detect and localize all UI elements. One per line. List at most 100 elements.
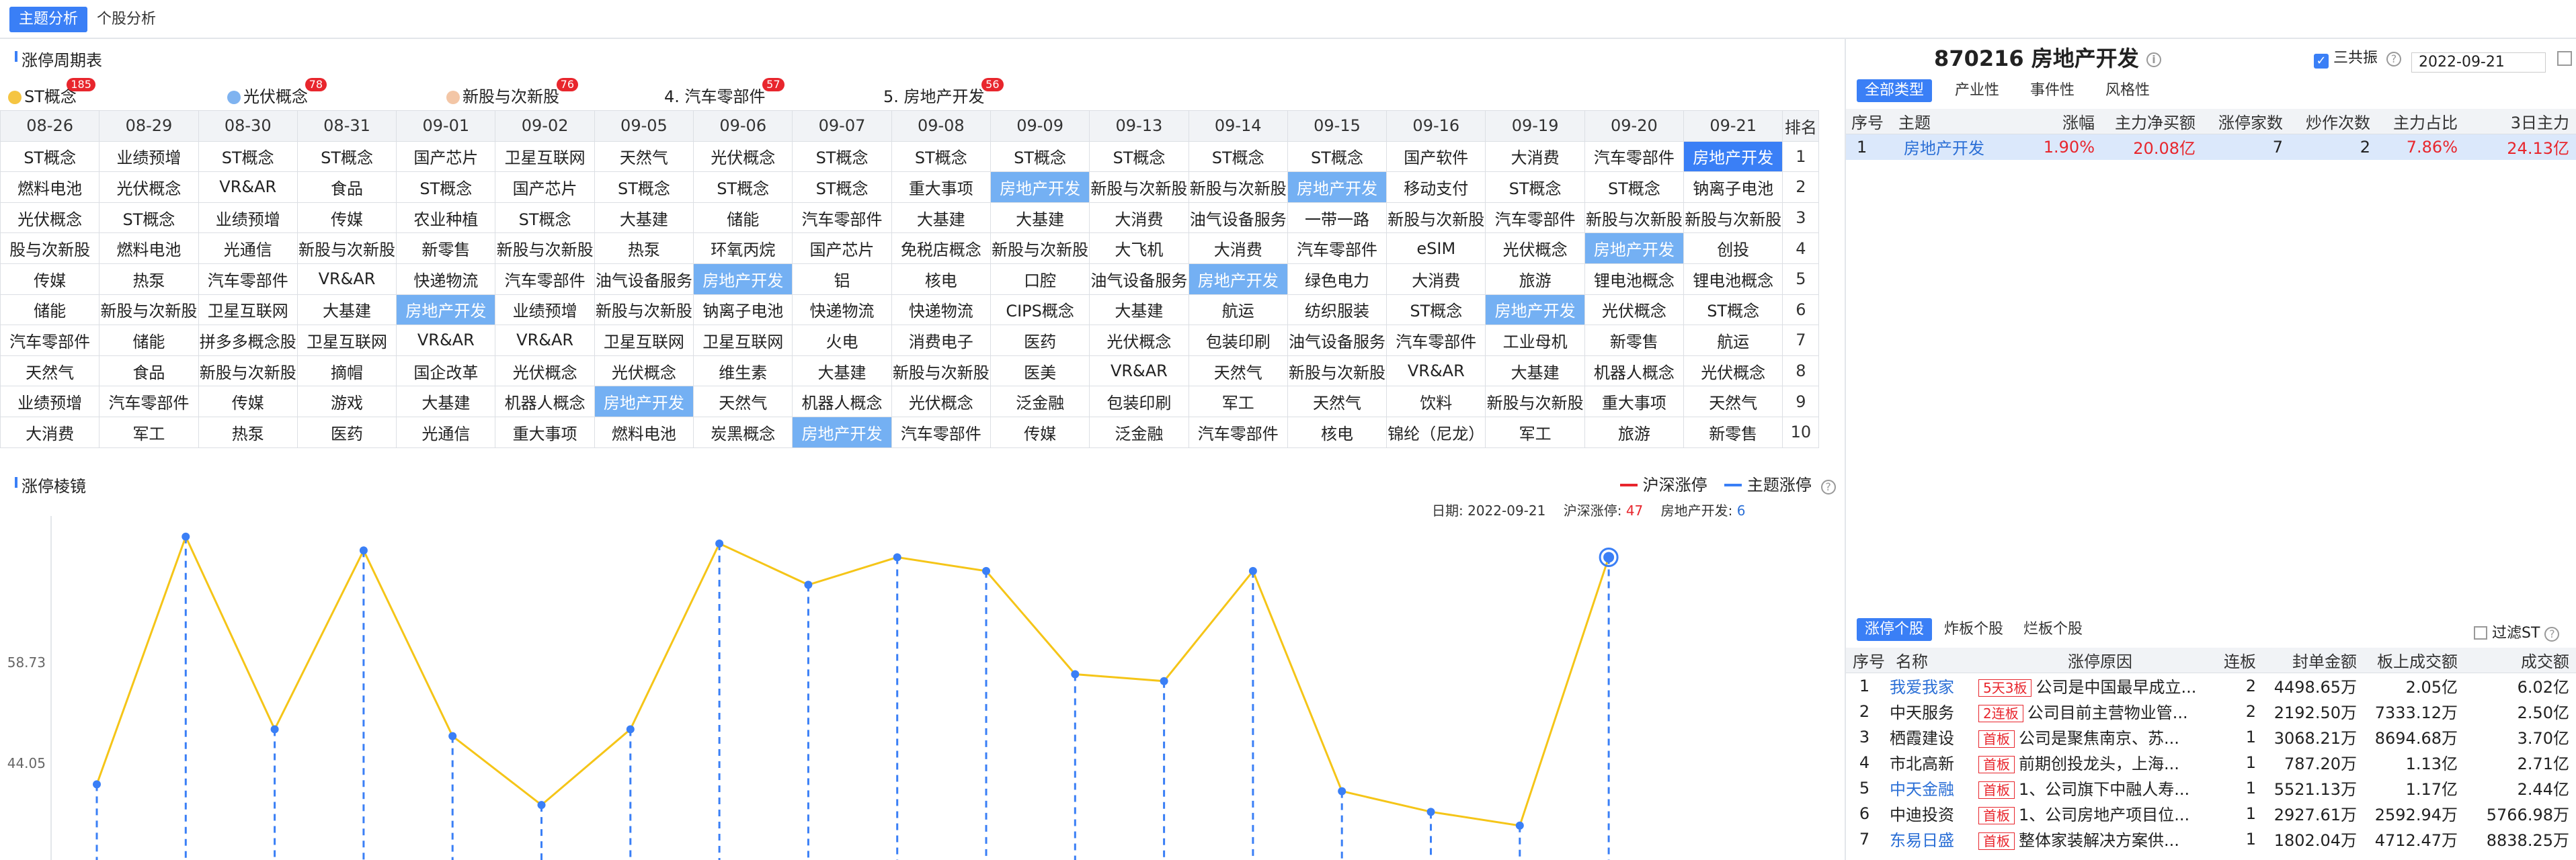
concept-cell[interactable]: 免税店概念	[891, 232, 991, 264]
concept-cell[interactable]: 光伏概念	[1485, 232, 1585, 264]
concept-cell[interactable]: 房地产开发	[693, 263, 793, 295]
concept-cell[interactable]: 新零售	[1584, 325, 1685, 356]
concept-cell[interactable]: 光伏概念	[0, 202, 100, 234]
concept-cell[interactable]: 光通信	[396, 416, 496, 448]
concept-cell[interactable]: 医药	[990, 325, 1090, 356]
concept-cell[interactable]: 储能	[0, 294, 100, 326]
concept-cell[interactable]: VR&AR	[1089, 355, 1189, 387]
concept-cell[interactable]: ST概念	[1683, 294, 1783, 326]
concept-cell[interactable]: 房地产开发	[1188, 263, 1288, 295]
concept-item[interactable]: 5. 房地产开发 56	[883, 78, 1004, 109]
date-header[interactable]: 09-13	[1089, 110, 1189, 142]
concept-cell[interactable]: 机器人概念	[1584, 355, 1685, 387]
concept-cell[interactable]: 汽车零部件	[495, 263, 595, 295]
concept-cell[interactable]: 油气设备服务	[1287, 325, 1387, 356]
concept-cell[interactable]: ST概念	[594, 171, 694, 203]
concept-cell[interactable]: 汽车零部件	[1287, 232, 1387, 264]
theme-col-header[interactable]: 炒作次数	[2290, 109, 2377, 134]
concept-cell[interactable]: 摘帽	[296, 355, 397, 387]
concept-cell[interactable]: 房地产开发	[792, 416, 892, 448]
tab-theme-analysis[interactable]: 主题分析	[9, 7, 88, 32]
tab-broken-board-stocks[interactable]: 炸板个股	[1936, 618, 2011, 641]
filter-st[interactable]: 过滤ST ?	[2474, 621, 2560, 642]
concept-cell[interactable]: 维生素	[693, 355, 793, 387]
date-header[interactable]: 09-05	[594, 110, 694, 142]
concept-cell[interactable]: 机器人概念	[792, 386, 892, 417]
concept-cell[interactable]: ST概念	[296, 140, 397, 173]
theme-row[interactable]: 1 房地产开发 1.90% 20.08亿 7 2 7.86% 24.13亿	[1846, 134, 2576, 160]
tab-stock-analysis[interactable]: 个股分析	[87, 7, 165, 32]
date-header[interactable]: 09-21	[1683, 110, 1783, 142]
date-header[interactable]: 09-06	[693, 110, 793, 142]
board-row[interactable]: 5 中天金融 首板 1、公司旗下中融人寿... 1 5521.13万 1.17亿 2.44亿	[1846, 775, 2576, 801]
concept-cell[interactable]: ST概念	[693, 171, 793, 203]
tab-limit-up-stocks[interactable]: 涨停个股	[1857, 618, 1933, 641]
concept-cell[interactable]: 国企改革	[396, 355, 496, 387]
concept-cell[interactable]: 新股与次新股	[198, 355, 298, 387]
theme-col-header[interactable]: 主题	[1893, 109, 2027, 134]
concept-cell[interactable]: 新股与次新股	[1188, 171, 1288, 203]
concept-cell[interactable]: 军工	[1188, 386, 1288, 417]
concept-cell[interactable]: 汽车零部件	[792, 202, 892, 234]
concept-cell[interactable]: 光伏概念	[99, 171, 199, 203]
concept-cell[interactable]: 光伏概念	[1683, 355, 1783, 387]
theme-col-header[interactable]: 涨幅	[2027, 109, 2101, 134]
concept-cell[interactable]: 卫星互联网	[198, 294, 298, 326]
concept-cell[interactable]: ST概念	[396, 171, 496, 203]
concept-cell[interactable]: CIPS概念	[990, 294, 1090, 326]
concept-cell[interactable]: 大基建	[594, 202, 694, 234]
concept-cell[interactable]: 光伏概念	[1584, 294, 1685, 326]
stock-name[interactable]: 中天金融	[1889, 775, 1978, 801]
concept-cell[interactable]: 铝	[792, 263, 892, 295]
concept-cell[interactable]: 油气设备服务	[1089, 263, 1189, 295]
concept-cell[interactable]: 口腔	[990, 263, 1090, 295]
concept-cell[interactable]: 工业母机	[1485, 325, 1585, 356]
date-header[interactable]: 09-19	[1485, 110, 1585, 142]
concept-cell[interactable]: 大飞机	[1089, 232, 1189, 264]
concept-cell[interactable]: 钠离子电池	[693, 294, 793, 326]
board-col-header[interactable]: 成交额	[2464, 648, 2576, 673]
concept-cell[interactable]: 包装印刷	[1188, 325, 1288, 356]
concept-cell[interactable]: 大基建	[1485, 355, 1585, 387]
concept-cell[interactable]: 国产软件	[1386, 140, 1486, 173]
concept-cell[interactable]: 股与次新股	[0, 232, 100, 264]
concept-cell[interactable]: 热泵	[594, 232, 694, 264]
concept-cell[interactable]: 泛金融	[1089, 416, 1189, 448]
concept-cell[interactable]: 游戏	[296, 386, 397, 417]
date-header[interactable]: 08-29	[99, 110, 199, 142]
concept-cell[interactable]: 卫星互联网	[495, 140, 595, 173]
concept-cell[interactable]: eSIM	[1386, 232, 1486, 264]
stock-name[interactable]: 中迪投资	[1889, 801, 1978, 826]
concept-cell[interactable]: 传媒	[990, 416, 1090, 448]
concept-cell[interactable]: 新股与次新股	[1287, 355, 1387, 387]
concept-cell[interactable]: 大基建	[792, 355, 892, 387]
concept-cell[interactable]: 大消费	[0, 416, 100, 448]
concept-cell[interactable]: 天然气	[1683, 386, 1783, 417]
stock-name[interactable]: 东易日盛	[1889, 826, 1978, 852]
concept-cell[interactable]: 重大事项	[891, 171, 991, 203]
concept-cell[interactable]: 新股与次新股	[891, 355, 991, 387]
concept-cell[interactable]: 卫星互联网	[693, 325, 793, 356]
board-col-header[interactable]: 名称	[1889, 648, 1978, 673]
stock-name[interactable]: 中天服务	[1889, 699, 1978, 724]
concept-cell[interactable]: 核电	[1287, 416, 1387, 448]
concept-cell[interactable]: 燃料电池	[99, 232, 199, 264]
concept-cell[interactable]: 新股与次新股	[1386, 202, 1486, 234]
concept-cell[interactable]: 重大事项	[495, 416, 595, 448]
concept-cell[interactable]: ST概念	[0, 140, 100, 173]
concept-cell[interactable]: 军工	[1485, 416, 1585, 448]
concept-cell[interactable]: 卫星互联网	[296, 325, 397, 356]
date-header[interactable]: 09-01	[396, 110, 496, 142]
concept-cell[interactable]: 天然气	[1287, 386, 1387, 417]
concept-cell[interactable]: 天然气	[693, 386, 793, 417]
theme-col-header[interactable]: 序号	[1846, 109, 1893, 134]
date-header[interactable]: 08-30	[198, 110, 298, 142]
resonance-checkbox[interactable]: ✓	[2314, 54, 2329, 69]
date-input[interactable]: 2022-09-21	[2411, 52, 2546, 73]
date-header[interactable]: 09-09	[990, 110, 1090, 142]
info-icon[interactable]: i	[2146, 52, 2161, 67]
concept-cell[interactable]: 房地产开发	[1485, 294, 1585, 326]
theme-col-header[interactable]: 3日主力	[2464, 109, 2576, 134]
concept-cell[interactable]: 包装印刷	[1089, 386, 1189, 417]
board-row[interactable]: 6 中迪投资 首板 1、公司房地产项目位... 1 2927.61万 2592.94万 576…	[1846, 801, 2576, 826]
